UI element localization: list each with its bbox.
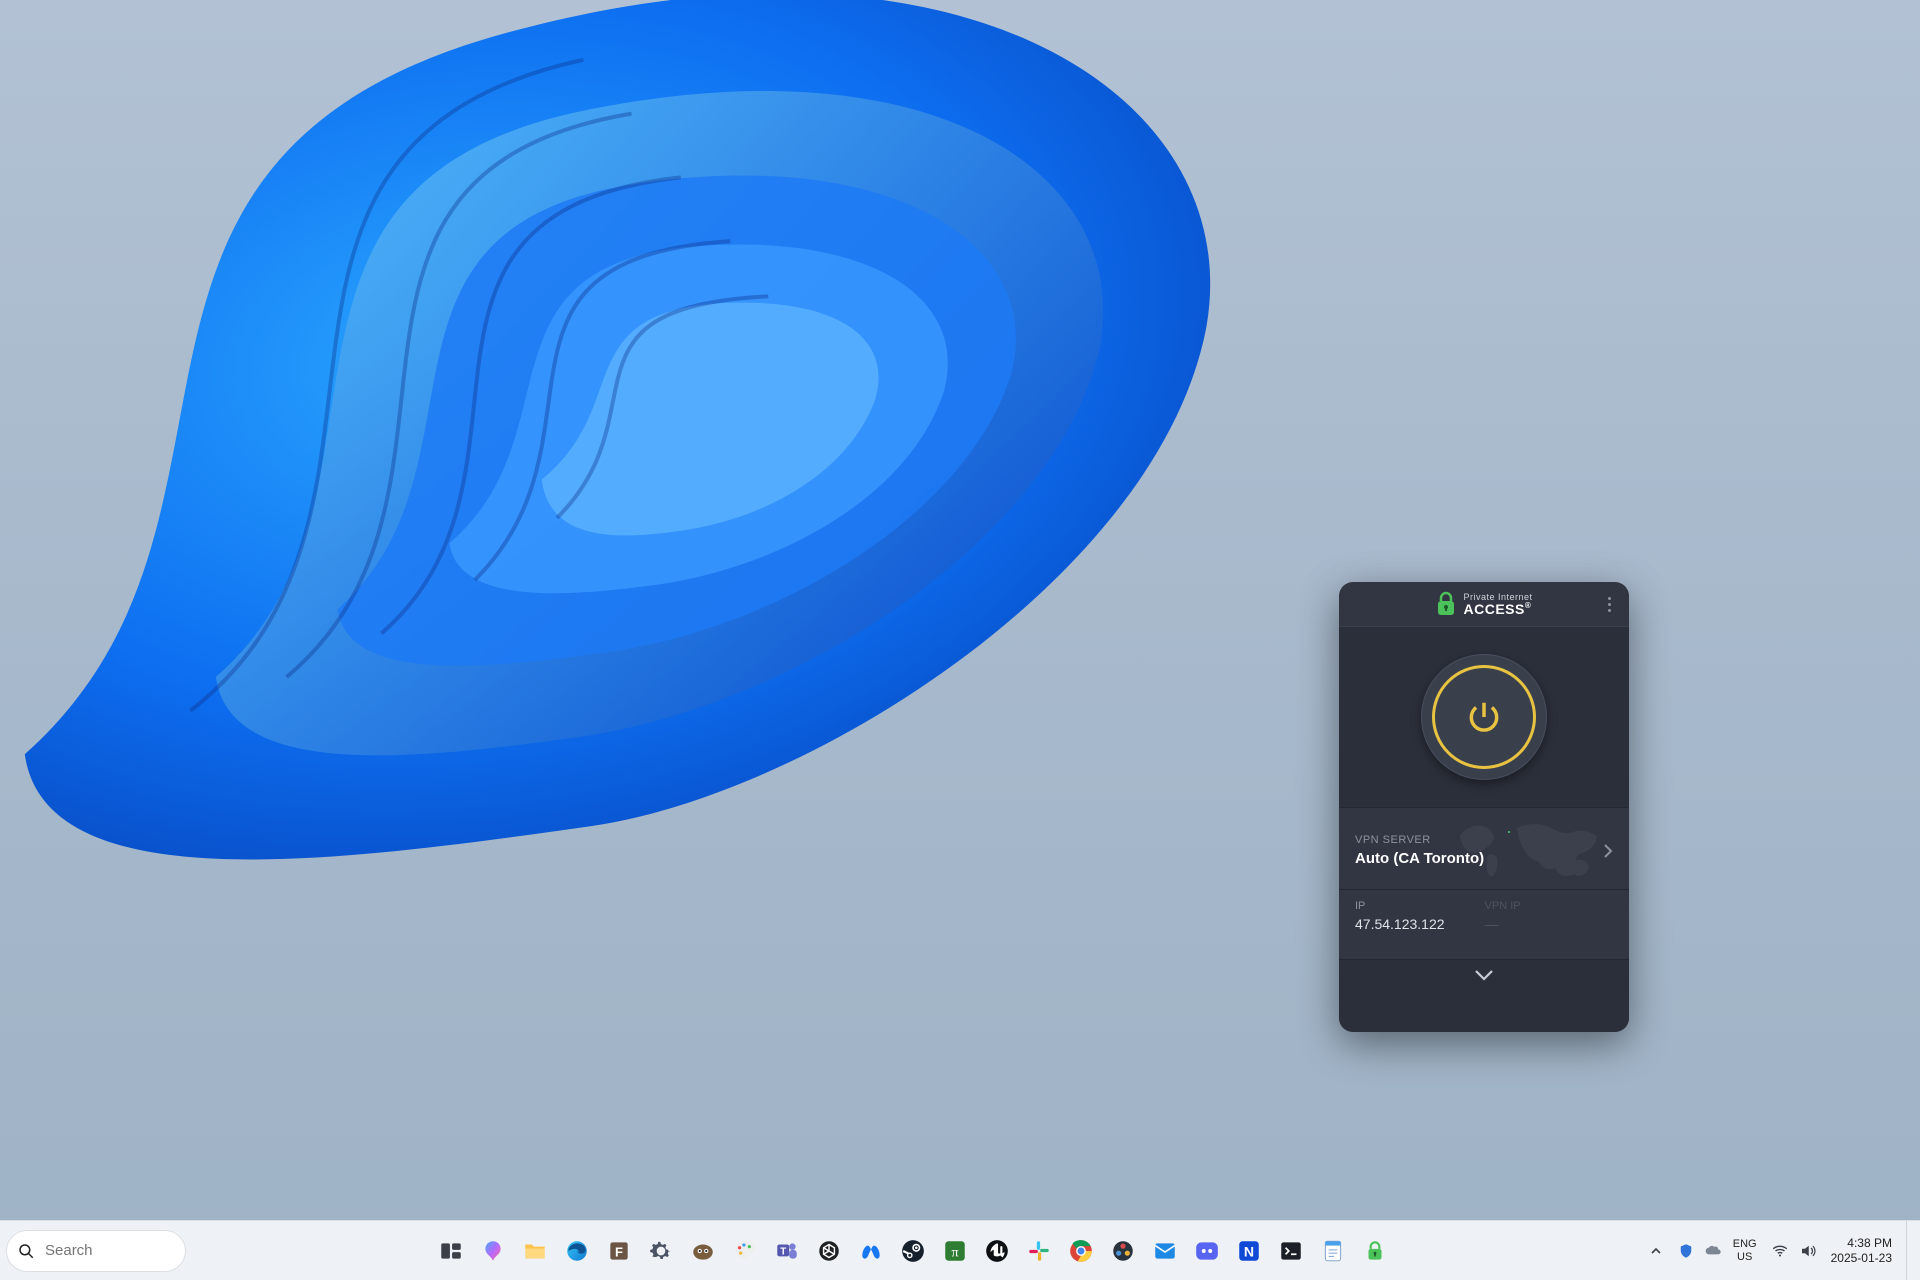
taskbar-search[interactable]: [6, 1230, 186, 1272]
pia-window: Private Internet ACCESS®: [1339, 582, 1629, 1032]
taskbar-app-file-explorer[interactable]: [517, 1233, 553, 1269]
taskbar-app-notepad[interactable]: [1315, 1233, 1351, 1269]
pia-logo-line2: ACCESS®: [1463, 602, 1532, 616]
taskbar-app-task-view[interactable]: [433, 1233, 469, 1269]
tray-lang-bottom: US: [1733, 1251, 1757, 1263]
taskbar-app-meta[interactable]: [853, 1233, 889, 1269]
taskbar-app-edge[interactable]: [559, 1233, 595, 1269]
taskbar-app-steam[interactable]: [895, 1233, 931, 1269]
tray-lang-top: ENG: [1733, 1238, 1757, 1250]
taskbar-app-teams[interactable]: T: [769, 1233, 805, 1269]
tray-time: 4:38 PM: [1831, 1236, 1892, 1251]
volume-icon: [1799, 1242, 1817, 1260]
chevron-down-icon: [1473, 968, 1495, 982]
svg-text:F: F: [615, 1244, 623, 1259]
ip-value: 47.54.123.122: [1355, 916, 1445, 932]
vpn-server-value: Auto (CA Toronto): [1355, 850, 1484, 867]
pia-logo: Private Internet ACCESS®: [1435, 591, 1532, 617]
taskbar-app-settings[interactable]: [643, 1233, 679, 1269]
taskbar-app-gimp[interactable]: [685, 1233, 721, 1269]
tray-language-button[interactable]: ENG US: [1733, 1238, 1757, 1262]
vpn-ip-label: VPN IP: [1485, 900, 1521, 912]
taskbar-app-terminal[interactable]: [1273, 1233, 1309, 1269]
power-icon: [1465, 698, 1503, 736]
pia-power-button[interactable]: [1421, 654, 1547, 780]
desktop-wallpaper[interactable]: [0, 0, 1920, 1280]
svg-text:π: π: [952, 1244, 959, 1260]
wifi-icon: [1771, 1242, 1789, 1260]
pia-ip-row: IP 47.54.123.122 VPN IP —: [1339, 890, 1629, 960]
taskbar-app-unreal[interactable]: [979, 1233, 1015, 1269]
taskbar-app-copilot[interactable]: [475, 1233, 511, 1269]
taskbar-app-pia[interactable]: [1357, 1233, 1393, 1269]
bloom-graphic: [0, 0, 1400, 1250]
taskbar-app-n[interactable]: N: [1231, 1233, 1267, 1269]
pia-power-section: [1339, 626, 1629, 808]
vpn-server-label: VPN SERVER: [1355, 834, 1484, 846]
svg-text:T: T: [781, 1246, 787, 1257]
svg-text:N: N: [1244, 1243, 1254, 1259]
pia-server-row[interactable]: VPN SERVER Auto (CA Toronto): [1339, 808, 1629, 890]
taskbar-app-chrome[interactable]: [1063, 1233, 1099, 1269]
show-desktop-button[interactable]: [1906, 1221, 1912, 1280]
pia-expand-button[interactable]: [1339, 960, 1629, 1032]
taskbar-app-pi[interactable]: π: [937, 1233, 973, 1269]
taskbar-center-apps: F T π: [186, 1233, 1641, 1269]
tray-onedrive-icon[interactable]: [1703, 1240, 1725, 1262]
taskbar-app-paint[interactable]: [727, 1233, 763, 1269]
tray-clock[interactable]: 4:38 PM 2025-01-23: [1831, 1236, 1898, 1266]
taskbar-app-chatgpt[interactable]: [811, 1233, 847, 1269]
pia-titlebar[interactable]: Private Internet ACCESS®: [1339, 582, 1629, 626]
search-icon: [17, 1242, 35, 1260]
taskbar: F T π: [0, 1220, 1920, 1280]
taskbar-app-figma[interactable]: F: [601, 1233, 637, 1269]
tray-date: 2025-01-23: [1831, 1251, 1892, 1266]
taskbar-app-davinci[interactable]: [1105, 1233, 1141, 1269]
vpn-ip-value: —: [1485, 916, 1521, 932]
tray-security-icon[interactable]: [1675, 1240, 1697, 1262]
tray-quick-settings[interactable]: [1765, 1242, 1823, 1260]
taskbar-search-input[interactable]: [45, 1242, 155, 1259]
pia-lock-icon: [1435, 591, 1457, 617]
taskbar-app-slack[interactable]: [1021, 1233, 1057, 1269]
ip-label: IP: [1355, 900, 1445, 912]
taskbar-app-discord[interactable]: [1189, 1233, 1225, 1269]
taskbar-app-mail[interactable]: [1147, 1233, 1183, 1269]
pia-menu-button[interactable]: [1599, 590, 1619, 618]
taskbar-system-tray: ENG US 4:38 PM 2025-01-23: [1641, 1221, 1920, 1280]
tray-overflow-button[interactable]: [1645, 1240, 1667, 1262]
